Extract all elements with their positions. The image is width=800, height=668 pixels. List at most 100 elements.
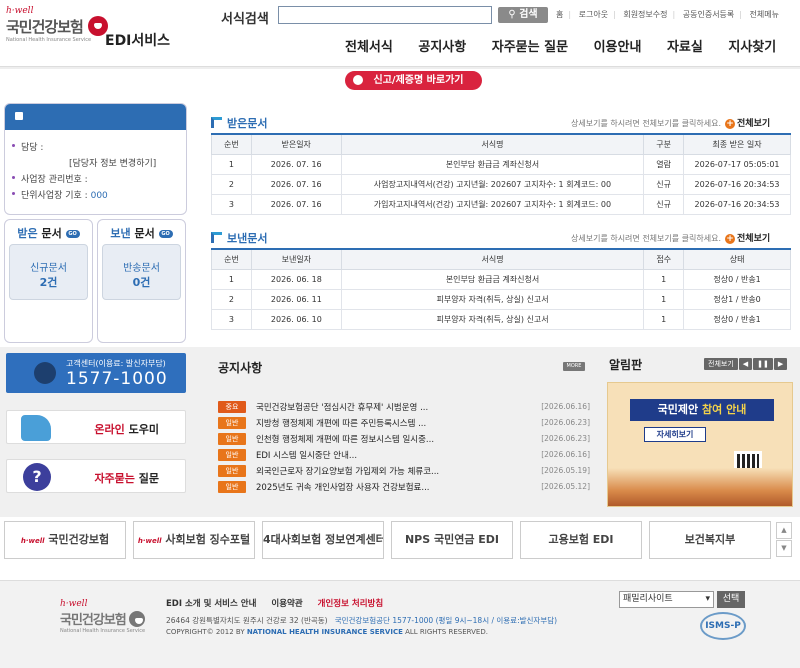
received-docs-title: 받은 문서 GO bbox=[5, 225, 92, 241]
family-site-select[interactable]: 패밀리사이트 bbox=[619, 591, 714, 608]
plus-icon[interactable]: + bbox=[725, 119, 736, 129]
prev-icon[interactable]: ◀ bbox=[738, 358, 753, 370]
report-shortcut-button[interactable]: 신고/제증명 바로가기 bbox=[345, 71, 482, 90]
scroll-down-icon[interactable]: ▼ bbox=[776, 540, 792, 557]
footer-link-intro[interactable]: EDI 소개 및 서비스 안내 bbox=[166, 599, 256, 609]
sent-returned-count: 0건 bbox=[132, 276, 151, 289]
received-new-count-card[interactable]: 신규문서 2건 bbox=[9, 244, 88, 300]
notice-item-title[interactable]: 외국인근로자 장기요양보험 가입제외 가능 체류코... bbox=[256, 465, 488, 477]
sent-table-cell: 2026. 06. 18 bbox=[250, 268, 342, 290]
notice-item-title[interactable]: 2025년도 귀속 개인사업장 사용자 건강보험료... bbox=[256, 481, 488, 493]
notice-item-title[interactable]: EDI 시스템 일시중단 안내... bbox=[256, 449, 488, 461]
partner-scroll: ▲ ▼ bbox=[776, 522, 792, 558]
sent-table-cell: 1 bbox=[211, 268, 252, 290]
online-helper-label: 온라인 도우미 bbox=[94, 421, 159, 437]
received-table-cell[interactable]: 본인부담 환급금 계좌신청서 bbox=[340, 153, 645, 175]
received-table: 순번 받은일자 서식명 구분 최종 받은 일자 1 2026. 07. 16 본인부담 환급… bbox=[211, 133, 791, 215]
search-button[interactable]: ⚲ 검색 bbox=[498, 7, 548, 23]
notice-item[interactable]: 일반 인천형 행정체제 개편에 따른 정보시스템 일시중... [2026.06.2… bbox=[218, 432, 590, 446]
sent-table-cell[interactable]: 피부양자 자격(취득, 상실) 신고서 bbox=[340, 308, 645, 330]
alarm-view-all[interactable]: 전체보기 bbox=[704, 358, 738, 370]
notice-item[interactable]: 일반 지방청 행정체제 개편에 따른 주민등록시스템 ... [2026.06.23… bbox=[218, 416, 590, 430]
nav-faq[interactable]: 자주묻는 질문 bbox=[492, 40, 568, 55]
notice-item-title[interactable]: 국민건강보험공단 '점심시간 휴무제' 시범운영 ... bbox=[256, 401, 488, 413]
received-table-row[interactable]: 1 2026. 07. 16 본인부담 환급금 계좌신청서 열람 2026-07-17 … bbox=[211, 153, 791, 175]
received-table-cell[interactable]: 가입자고지내역서(건강) 고지년월: 202607 고지차수: 1 회계코드: … bbox=[340, 193, 645, 215]
notice-item-title[interactable]: 지방청 행정체제 개편에 따른 주민등록시스템 ... bbox=[256, 417, 488, 429]
received-col-header: 서식명 bbox=[340, 133, 645, 155]
util-home[interactable]: 홈 bbox=[556, 10, 563, 19]
received-table-cell: 2026. 07. 16 bbox=[250, 153, 342, 175]
received-docs-box[interactable]: 받은 문서 GO 신규문서 2건 bbox=[4, 219, 93, 343]
sent-docs-title-b: 문서 bbox=[134, 227, 155, 240]
family-site-button[interactable]: 선택 bbox=[717, 591, 745, 608]
partner-logo[interactable]: 고용보험 EDI bbox=[520, 521, 642, 559]
lock-icon bbox=[15, 112, 23, 120]
alarm-banner[interactable]: 국민제안 참여 안내 자세히보기 bbox=[607, 382, 793, 507]
partner-logo[interactable]: h·well 사회보험 징수포털 bbox=[133, 521, 255, 559]
online-helper-button[interactable]: 온라인 도우미 bbox=[6, 410, 186, 444]
banner-detail-button[interactable]: 자세히보기 bbox=[644, 427, 706, 442]
notice-item[interactable]: 중요 국민건강보험공단 '점심시간 휴무제' 시범운영 ... [2026.06.1… bbox=[218, 400, 590, 414]
faq-button[interactable]: ? 자주묻는 질문 bbox=[6, 459, 186, 493]
received-table-row[interactable]: 2 2026. 07. 16 사업장고지내역서(건강) 고지년월: 202607 고… bbox=[211, 173, 791, 195]
go-icon[interactable]: GO bbox=[65, 230, 80, 238]
received-view-all[interactable]: 전체보기 bbox=[737, 119, 770, 129]
nav-branch-finder[interactable]: 지사찾기 bbox=[728, 40, 776, 55]
sent-hint: 상세보기를 하시려면 전체보기를 클릭하세요. + 전체보기 bbox=[571, 231, 770, 244]
received-table-cell: 2026-07-17 05:05:01 bbox=[683, 153, 791, 175]
sent-table-cell[interactable]: 피부양자 자격(취득, 상실) 신고서 bbox=[340, 288, 645, 310]
callcenter-banner[interactable]: 고객센터(이용료: 발신자부담) 1577-1000 bbox=[6, 353, 186, 393]
notice-item[interactable]: 일반 EDI 시스템 일시중단 안내... [2026.06.16] bbox=[218, 448, 590, 462]
sent-view-all[interactable]: 전체보기 bbox=[737, 234, 770, 244]
next-icon[interactable]: ▶ bbox=[773, 358, 788, 370]
notice-more-button[interactable]: MORE bbox=[563, 362, 585, 371]
sent-table-row[interactable]: 3 2026. 06. 10 피부양자 자격(취득, 상실) 신고서 1 정상0 / 반… bbox=[211, 308, 791, 330]
sent-table-row[interactable]: 1 2026. 06. 18 본인부담 환급금 계좌신청서 1 정상0 / 반송1 bbox=[211, 268, 791, 290]
received-docs-title-b: 문서 bbox=[41, 227, 62, 240]
notice-item[interactable]: 일반 외국인근로자 장기요양보험 가입제외 가능 체류코... [2026.05.1… bbox=[218, 464, 590, 478]
notice-item-title[interactable]: 인천형 행정체제 개편에 따른 정보시스템 일시중... bbox=[256, 433, 488, 445]
received-section-title: 받은문서 bbox=[211, 115, 267, 131]
received-table-cell[interactable]: 사업장고지내역서(건강) 고지년월: 202607 고지차수: 1 회계코드: … bbox=[340, 173, 645, 195]
notice-item[interactable]: 일반 2025년도 귀속 개인사업장 사용자 건강보험료... [2026.05.1… bbox=[218, 480, 590, 494]
sent-table-cell: 2026. 06. 10 bbox=[250, 308, 342, 330]
pause-icon[interactable]: ❚❚ bbox=[753, 358, 773, 370]
received-table-row[interactable]: 3 2026. 07. 16 가입자고지내역서(건강) 고지년월: 202607 고… bbox=[211, 193, 791, 215]
sent-col-header: 보낸일자 bbox=[250, 248, 342, 270]
partner-logo[interactable]: NPS 국민연금 EDI bbox=[391, 521, 513, 559]
isms-p-badge: ISMS-P bbox=[700, 612, 746, 640]
util-edit-profile[interactable]: 회원정보수정 bbox=[623, 10, 667, 19]
partner-logo[interactable]: h·well 국민건강보험 bbox=[4, 521, 126, 559]
sent-table-cell[interactable]: 본인부담 환급금 계좌신청서 bbox=[340, 268, 645, 290]
scroll-up-icon[interactable]: ▲ bbox=[776, 522, 792, 539]
go-icon[interactable]: GO bbox=[158, 230, 173, 238]
sent-docs-box[interactable]: 보낸 문서 GO 반송문서 0건 bbox=[97, 219, 186, 343]
user-info-header bbox=[5, 104, 186, 130]
util-all-menu[interactable]: 전체메뉴 bbox=[750, 10, 779, 19]
search-input[interactable] bbox=[278, 6, 492, 24]
nav-all-forms[interactable]: 전체서식 bbox=[345, 40, 393, 55]
footer-link-terms[interactable]: 이용약관 bbox=[271, 599, 302, 609]
util-logout[interactable]: 로그아웃 bbox=[579, 10, 608, 19]
sent-table-cell: 정상0 / 반송1 bbox=[683, 308, 791, 330]
nav-guide[interactable]: 이용안내 bbox=[594, 40, 642, 55]
sent-col-header: 서식명 bbox=[340, 248, 645, 270]
phone-icon bbox=[34, 362, 56, 384]
notice-tag: 일반 bbox=[218, 417, 246, 429]
nav-notice[interactable]: 공지사항 bbox=[418, 40, 466, 55]
received-col-header: 순번 bbox=[211, 133, 252, 155]
nav-library[interactable]: 자료실 bbox=[667, 40, 703, 55]
util-cert-register[interactable]: 공동인증서등록 bbox=[683, 10, 735, 19]
biz-no-label: 사업장 관리번호 : bbox=[5, 172, 186, 185]
partner-logo[interactable]: 4대사회보험 정보연계센터 bbox=[262, 521, 384, 559]
change-manager-link[interactable]: [담당자 정보 변경하기] bbox=[5, 156, 186, 169]
notice-tag: 일반 bbox=[218, 449, 246, 461]
sent-returned-count-card[interactable]: 반송문서 0건 bbox=[102, 244, 181, 300]
logo-hwell: h·well bbox=[6, 6, 34, 16]
plus-icon[interactable]: + bbox=[725, 234, 736, 244]
sent-table-row[interactable]: 2 2026. 06. 11 피부양자 자격(취득, 상실) 신고서 1 정상1 / 반… bbox=[211, 288, 791, 310]
partner-logo[interactable]: 보건복지부 bbox=[649, 521, 771, 559]
banner-illustration bbox=[608, 468, 792, 506]
footer-link-privacy[interactable]: 개인정보 처리방침 bbox=[318, 599, 384, 609]
